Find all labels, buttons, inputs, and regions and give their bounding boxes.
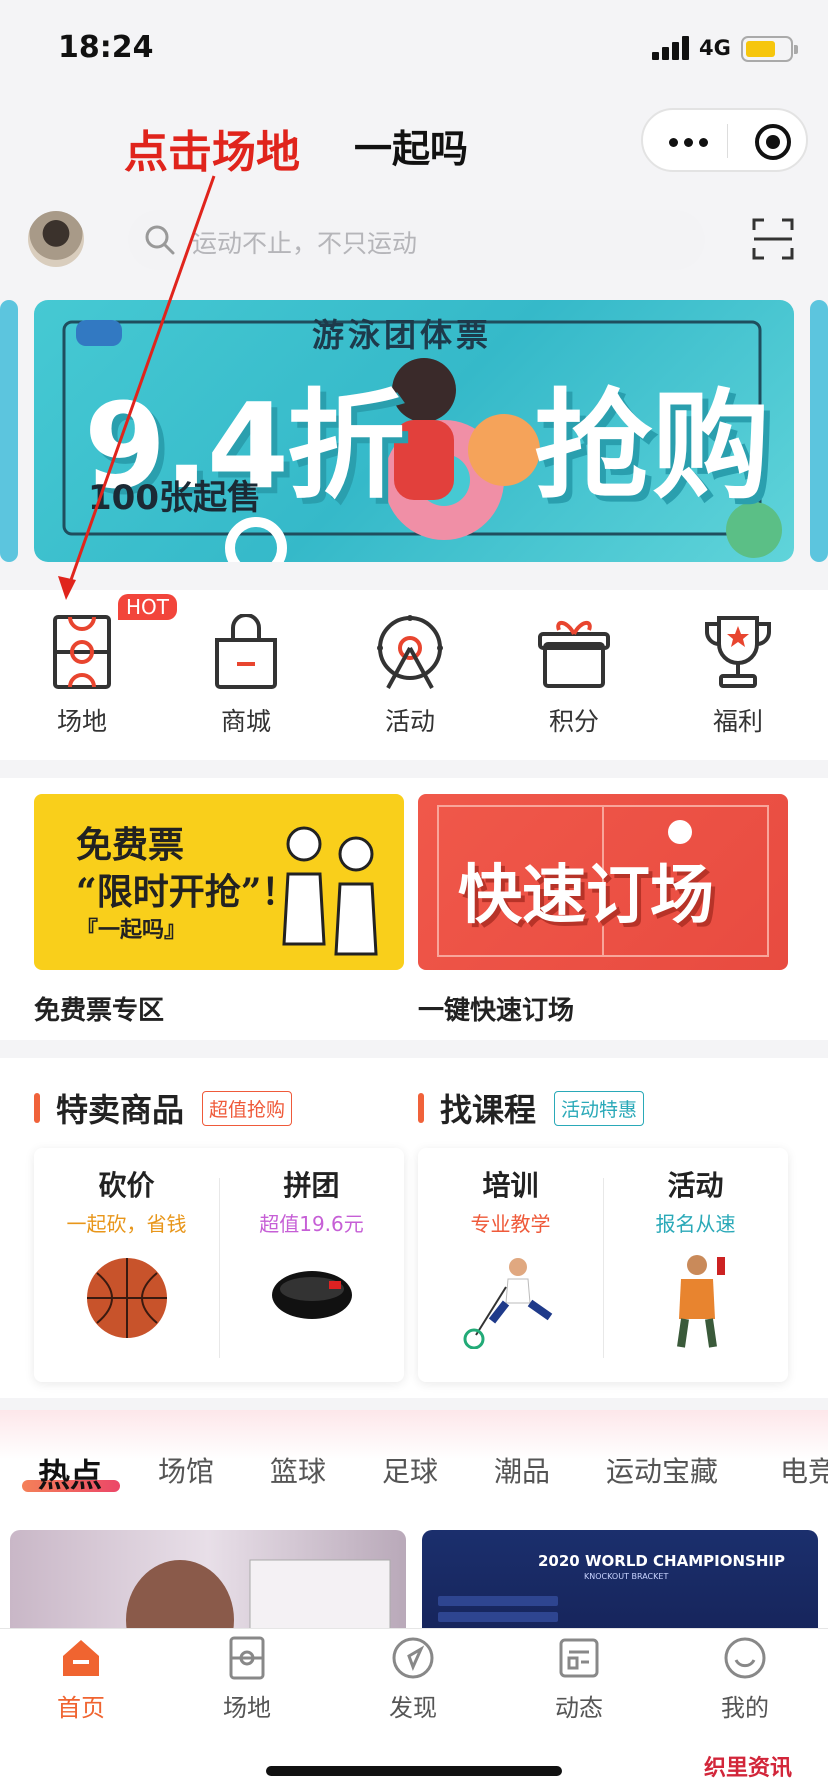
badminton-player-illustration bbox=[463, 1258, 552, 1350]
banner-prev-peek[interactable] bbox=[0, 300, 18, 562]
quick-nav-label: 活动 bbox=[384, 707, 435, 736]
search-icon bbox=[145, 225, 175, 255]
goods-section: 特卖商品 超值抢购 找课程 活动特惠 砍价 一起砍，省钱 拼团 超值19.6元 … bbox=[0, 1058, 828, 1398]
quick-nav-points[interactable]: 积分 bbox=[514, 590, 634, 738]
quick-nav-label: 场地 bbox=[56, 707, 107, 736]
search-placeholder: 运动不止，不只运动 bbox=[192, 229, 418, 258]
more-icon[interactable] bbox=[669, 138, 708, 147]
tab-venue[interactable]: 场馆 bbox=[158, 1450, 214, 1490]
section-header-sale[interactable]: 特卖商品 超值抢购 bbox=[34, 1088, 293, 1129]
section-tag: 超值抢购 bbox=[202, 1090, 293, 1126]
tabbar-venue[interactable]: 场地 bbox=[192, 1636, 302, 1723]
court-icon bbox=[53, 615, 111, 689]
tab-esports[interactable]: 电竞 bbox=[780, 1450, 828, 1490]
hot-badge: HOT bbox=[118, 594, 177, 620]
section-tag: 活动特惠 bbox=[554, 1090, 645, 1126]
battery-icon bbox=[741, 36, 798, 62]
avatar[interactable] bbox=[28, 211, 84, 267]
banner-swim-ticket[interactable]: 游泳团体票 9.4折 抢购 100张起售 bbox=[34, 300, 794, 562]
training-item[interactable]: 培训 专业教学 bbox=[418, 1148, 603, 1382]
feed-card-esports[interactable]: 2020 WORLD CHAMPIONSHIP KNOCKOUT BRACKET bbox=[422, 1530, 818, 1640]
smile-icon bbox=[724, 1637, 766, 1679]
gift-box-icon bbox=[538, 621, 610, 688]
ferris-wheel-icon bbox=[377, 615, 443, 689]
group-buy-item[interactable]: 拼团 超值19.6元 bbox=[219, 1148, 404, 1382]
section-header-courses[interactable]: 找课程 活动特惠 bbox=[418, 1088, 645, 1129]
quick-nav-label: 商城 bbox=[220, 707, 271, 736]
signal-icon bbox=[652, 36, 690, 60]
quick-nav-label: 积分 bbox=[548, 707, 599, 736]
sale-card: 砍价 一起砍，省钱 拼团 超值19.6元 bbox=[34, 1148, 404, 1382]
quick-nav-activity[interactable]: 活动 bbox=[350, 590, 470, 738]
shopping-bag-icon bbox=[215, 614, 277, 689]
headband-icon bbox=[271, 1271, 352, 1319]
basketball-icon bbox=[86, 1258, 167, 1338]
section-title: 特卖商品 bbox=[56, 1091, 185, 1129]
scan-icon[interactable] bbox=[752, 218, 794, 260]
close-target-icon[interactable] bbox=[755, 124, 791, 160]
bargain-item[interactable]: 砍价 一起砍，省钱 bbox=[34, 1148, 219, 1382]
mini-program-capsule[interactable] bbox=[641, 108, 808, 172]
tabbar-discover[interactable]: 发现 bbox=[358, 1636, 468, 1723]
feed-card-photo[interactable] bbox=[10, 1530, 406, 1640]
quick-nav-welfare[interactable]: 福利 bbox=[678, 590, 798, 738]
course-card: 培训 专业教学 活动 报名从速 bbox=[418, 1148, 788, 1382]
news-icon bbox=[559, 1638, 599, 1678]
tab-sports-treasure[interactable]: 运动宝藏 bbox=[606, 1450, 718, 1490]
promo-free-ticket-card[interactable]: 免费票 “限时开抢”！ 『一起吗』 bbox=[34, 794, 404, 970]
promo-caption[interactable]: 免费票专区 bbox=[34, 990, 164, 1027]
tab-basketball[interactable]: 篮球 bbox=[270, 1450, 326, 1490]
watermark: 织里资讯 bbox=[704, 1755, 793, 1781]
page-title: 一起吗 bbox=[354, 127, 469, 171]
promo-caption[interactable]: 一键快速订场 bbox=[418, 990, 574, 1027]
court-icon bbox=[229, 1636, 265, 1680]
promo-quick-booking-card[interactable]: 快速订场 bbox=[418, 794, 788, 970]
tabbar-profile[interactable]: 我的 bbox=[690, 1636, 800, 1723]
status-time: 18:24 bbox=[58, 30, 154, 65]
feed-card-headline: 2020 WORLD CHAMPIONSHIP bbox=[538, 1552, 785, 1570]
tab-hot[interactable]: 热点 bbox=[38, 1450, 102, 1496]
annotation-text: 点击场地 bbox=[124, 127, 300, 178]
hiker-illustration bbox=[676, 1255, 725, 1348]
tabbar-feed[interactable]: 动态 bbox=[524, 1636, 634, 1723]
feed-card-sub: KNOCKOUT BRACKET bbox=[584, 1572, 669, 1581]
tab-football[interactable]: 足球 bbox=[382, 1450, 438, 1490]
banner-note: 100张起售 bbox=[88, 478, 261, 518]
search-bar[interactable]: 运动不止，不只运动 bbox=[128, 210, 705, 270]
tabbar-home[interactable]: 首页 bbox=[26, 1636, 136, 1723]
compass-icon bbox=[392, 1637, 434, 1679]
promo-image-text: 快速订场 bbox=[458, 859, 714, 933]
banner-action: 抢购 bbox=[534, 377, 771, 515]
activity-item[interactable]: 活动 报名从速 bbox=[603, 1148, 788, 1382]
people-illustration bbox=[282, 826, 378, 956]
trophy-icon bbox=[705, 616, 771, 688]
section-title: 找课程 bbox=[440, 1091, 537, 1129]
home-icon bbox=[63, 1640, 99, 1676]
tab-trend[interactable]: 潮品 bbox=[494, 1450, 550, 1490]
home-indicator bbox=[266, 1766, 562, 1776]
promo-section: 免费票 “限时开抢”！ 『一起吗』 快速订场 免费票专区 一键快速订场 bbox=[0, 778, 828, 1040]
network-type: 4G bbox=[699, 36, 731, 60]
person-photo bbox=[126, 1559, 391, 1640]
banner-next-peek[interactable] bbox=[810, 300, 828, 562]
quick-nav-mall[interactable]: 商城 bbox=[186, 590, 306, 738]
quick-nav-label: 福利 bbox=[712, 707, 763, 736]
